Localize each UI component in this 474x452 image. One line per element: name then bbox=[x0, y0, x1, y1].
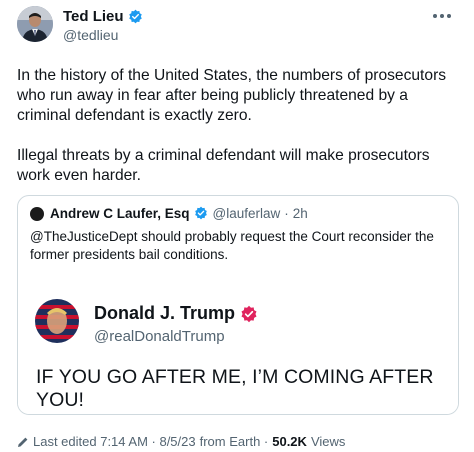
tweet-text: In the history of the United States, the… bbox=[17, 66, 459, 206]
views-label: Views bbox=[310, 434, 346, 449]
verified-badge-icon bbox=[128, 9, 143, 24]
quote-time: 2h bbox=[292, 206, 308, 221]
tweet-paragraph: In the history of the United States, the… bbox=[17, 67, 447, 124]
edit-pencil-icon bbox=[17, 436, 29, 448]
verified-badge-icon bbox=[194, 206, 209, 221]
quote-text: @TheJusticeDept should probably request … bbox=[30, 229, 434, 262]
more-options-icon[interactable] bbox=[430, 8, 454, 24]
author-name[interactable]: Ted Lieu bbox=[63, 8, 124, 25]
embedded-name-row: Donald J. Trump bbox=[94, 303, 258, 324]
embedded-author-avatar bbox=[35, 299, 79, 343]
tweet-metadata: Last edited 7:14 AM · 8/5/23 from Earth … bbox=[17, 434, 345, 449]
embedded-screenshot: Donald J. Trump @realDonaldTrump IF YOU … bbox=[18, 276, 458, 414]
quote-author-name: Andrew C Laufer, Esq bbox=[50, 206, 190, 221]
author-name-row[interactable]: Ted Lieu bbox=[63, 8, 143, 25]
quote-author-avatar bbox=[30, 206, 44, 221]
embedded-author-name: Donald J. Trump bbox=[94, 303, 236, 323]
author-avatar[interactable] bbox=[17, 6, 53, 42]
verified-badge-icon bbox=[240, 305, 258, 323]
quote-author-handle: @lauferlaw bbox=[212, 206, 281, 221]
tweet: Ted Lieu @tedlieu In the history of the … bbox=[0, 0, 474, 452]
separator-dot: · bbox=[284, 206, 289, 221]
author-handle[interactable]: @tedlieu bbox=[63, 27, 118, 43]
quoted-tweet-header: Andrew C Laufer, Esq @lauferlaw · 2h bbox=[30, 206, 308, 221]
last-edited-link[interactable]: Last edited 7:14 AM · 8/5/23 bbox=[33, 434, 196, 449]
tweet-paragraph: Illegal threats by a criminal defendant … bbox=[17, 147, 430, 184]
views-count: 50.2K bbox=[272, 434, 307, 449]
quoted-tweet[interactable]: Andrew C Laufer, Esq @lauferlaw · 2h @Th… bbox=[17, 195, 459, 415]
source-label: from Earth · bbox=[199, 434, 269, 449]
embedded-post-text: IF YOU GO AFTER ME, I’M COMING AFTER YOU… bbox=[36, 366, 434, 411]
embedded-author-handle: @realDonaldTrump bbox=[94, 328, 225, 345]
